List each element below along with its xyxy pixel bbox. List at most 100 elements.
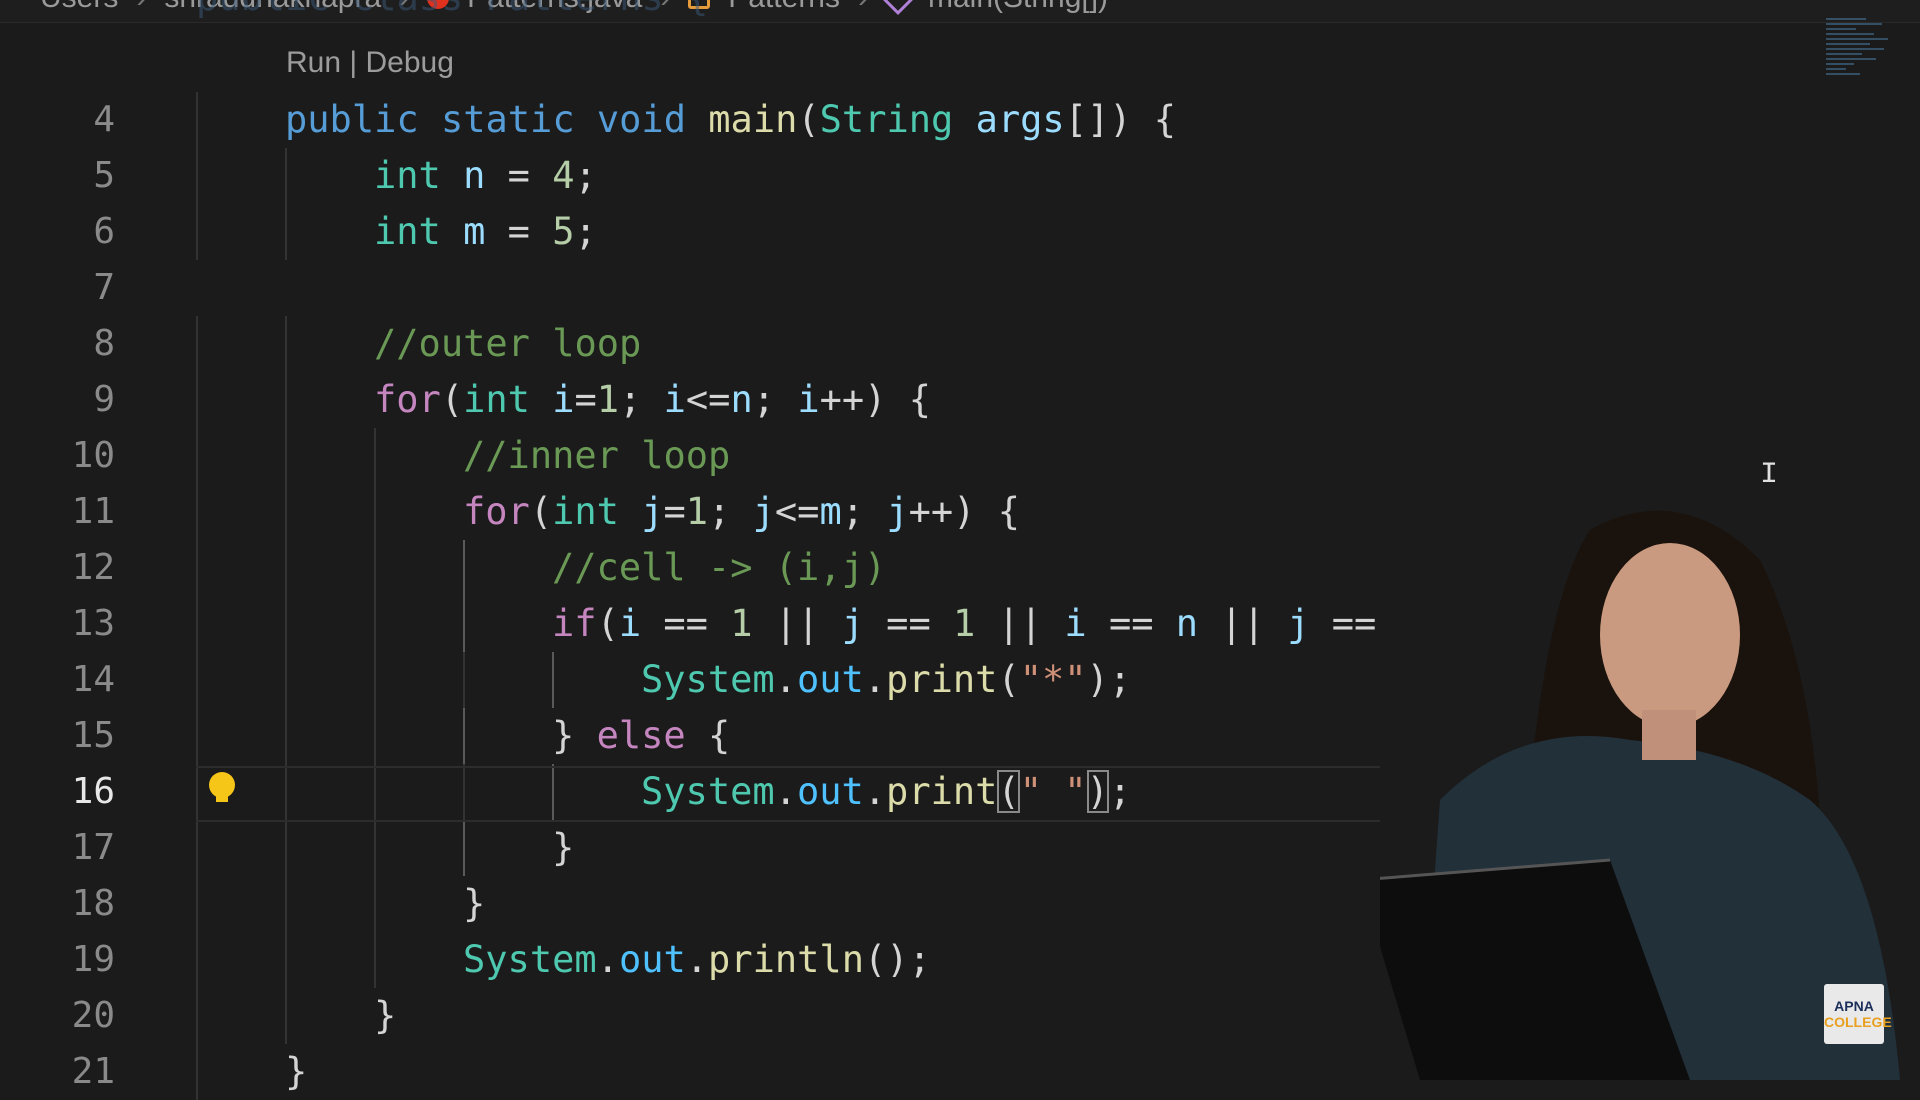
code-token: System	[641, 658, 775, 701]
line-number[interactable]: 4	[0, 92, 115, 148]
indent-guide	[374, 652, 376, 708]
codelens: Run | Debug	[286, 46, 454, 80]
indent-guide	[196, 596, 198, 652]
code-token: j	[752, 490, 775, 533]
line-number[interactable]: 11	[0, 484, 115, 540]
indent-guide	[196, 820, 198, 876]
line-number[interactable]: 5	[0, 148, 115, 204]
line-number[interactable]: 16	[0, 764, 115, 820]
code-token: i	[552, 378, 575, 421]
code-line[interactable]: System.out.println();	[463, 932, 931, 988]
code-line[interactable]: int n = 4;	[374, 148, 597, 204]
breadcrumb-item-class[interactable]: Patterns	[728, 0, 840, 13]
line-number[interactable]: 7	[0, 260, 115, 316]
code-token: (	[596, 602, 619, 645]
code-token: ;	[619, 378, 664, 421]
code-token: ||	[975, 602, 1065, 645]
code-token: }	[552, 714, 597, 757]
breadcrumb-item-users[interactable]: Users	[40, 0, 118, 13]
code-token: String	[819, 98, 954, 141]
codelens-separator: |	[341, 46, 366, 79]
code-line[interactable]: } else {	[552, 708, 730, 764]
indent-guide	[285, 540, 287, 596]
code-line[interactable]: }	[374, 988, 396, 1044]
line-number[interactable]: 15	[0, 708, 115, 764]
code-line[interactable]: for(int j=1; j<=m; j++) {	[463, 484, 1020, 540]
run-codelens-link[interactable]: Run	[286, 46, 341, 79]
code-token: int	[463, 378, 530, 421]
code-line[interactable]: }	[552, 820, 574, 876]
line-number[interactable]: 21	[0, 1044, 115, 1100]
code-token: static	[440, 98, 575, 141]
code-token: ==	[641, 602, 731, 645]
code-token: out	[618, 938, 686, 981]
lightbulb-icon[interactable]	[206, 770, 238, 814]
indent-guide	[285, 316, 287, 372]
code-token: n	[730, 378, 753, 421]
code-token: i	[1064, 602, 1087, 645]
code-token: }	[463, 882, 486, 925]
code-line[interactable]: int m = 5;	[374, 204, 597, 260]
code-line[interactable]: //inner loop	[463, 428, 730, 484]
code-token: ++) {	[819, 378, 931, 421]
sticky-scroll-line: public class Patterns {	[196, 0, 708, 19]
code-token: i	[797, 378, 820, 421]
indent-guide	[463, 596, 465, 652]
line-number[interactable]: 8	[0, 316, 115, 372]
code-token: ++) {	[908, 490, 1020, 533]
code-token: (	[797, 98, 820, 141]
code-token: for	[374, 378, 441, 421]
indent-guide	[463, 708, 465, 764]
code-line[interactable]: //cell -> (i,j)	[552, 540, 886, 596]
code-token: =	[574, 378, 597, 421]
code-token: );	[1086, 658, 1132, 701]
line-number[interactable]: 13	[0, 596, 115, 652]
code-token: m	[463, 210, 486, 253]
code-line[interactable]: }	[463, 876, 485, 932]
indent-guide	[285, 932, 287, 988]
indent-guide	[285, 988, 287, 1044]
code-token: System	[463, 938, 597, 981]
code-token: int	[374, 210, 441, 253]
breadcrumb-item-method[interactable]: main(String[])	[928, 0, 1108, 13]
code-line[interactable]: //outer loop	[374, 316, 641, 372]
code-token: "*"	[1019, 658, 1087, 701]
indent-guide	[196, 652, 198, 708]
code-token: .	[685, 938, 709, 981]
code-line[interactable]: System.out.print("*");	[641, 652, 1131, 708]
code-token: i	[663, 378, 686, 421]
line-number[interactable]: 19	[0, 932, 115, 988]
indent-guide	[374, 932, 376, 988]
code-line[interactable]: for(int i=1; i<=n; i++) {	[374, 372, 931, 428]
line-number[interactable]: 6	[0, 204, 115, 260]
code-token: void	[596, 98, 686, 141]
indent-guide	[552, 652, 554, 708]
line-number[interactable]: 17	[0, 820, 115, 876]
indent-guide	[285, 372, 287, 428]
indent-guide	[374, 596, 376, 652]
indent-guide	[285, 204, 287, 260]
code-token: (	[529, 490, 553, 533]
line-number[interactable]: 18	[0, 876, 115, 932]
line-number[interactable]: 10	[0, 428, 115, 484]
debug-codelens-link[interactable]: Debug	[366, 46, 454, 79]
code-token: out	[796, 658, 864, 701]
code-token: {	[685, 714, 731, 757]
indent-guide	[196, 876, 198, 932]
code-line[interactable]: }	[285, 1044, 307, 1100]
indent-guide	[196, 1044, 198, 1100]
line-number[interactable]: 14	[0, 652, 115, 708]
code-token: .	[774, 658, 797, 701]
code-line[interactable]: if(i == 1 || j == 1 || i == n || j == m)…	[552, 596, 1488, 652]
code-line[interactable]: public static void main(String args[]) {	[285, 92, 1176, 148]
line-number[interactable]: 12	[0, 540, 115, 596]
minimap[interactable]	[1826, 18, 1900, 88]
line-number[interactable]: 20	[0, 988, 115, 1044]
code-token: }	[552, 826, 575, 869]
code-token: println	[708, 938, 864, 981]
line-number[interactable]: 9	[0, 372, 115, 428]
